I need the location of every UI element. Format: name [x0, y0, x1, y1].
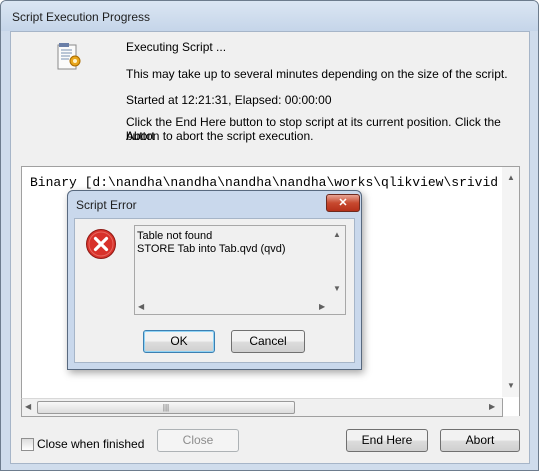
- close-when-finished-label[interactable]: Close when finished: [37, 437, 144, 451]
- script-execution-progress-window: Script Execution Progress Executing Scri…: [0, 0, 539, 471]
- close-icon[interactable]: ✕: [326, 194, 360, 212]
- scroll-down-icon[interactable]: ▼: [507, 381, 515, 390]
- error-dialog-client: Table not found STORE Tab into Tab.qvd (…: [74, 218, 355, 363]
- error-message-box[interactable]: Table not found STORE Tab into Tab.qvd (…: [134, 225, 346, 315]
- vertical-scrollbar[interactable]: ▲ ▼: [502, 167, 519, 397]
- duration-note: This may take up to several minutes depe…: [126, 67, 508, 81]
- ok-button[interactable]: OK: [143, 330, 215, 353]
- end-here-button[interactable]: End Here: [346, 429, 428, 452]
- script-log-text: Binary [d:\nandha\nandha\nandha\nandha\w…: [30, 175, 499, 190]
- error-message-text: Table not found STORE Tab into Tab.qvd (…: [137, 230, 322, 256]
- error-message-line1: Table not found: [137, 230, 213, 242]
- error-message-line2: STORE Tab into Tab.qvd (qvd): [137, 243, 286, 255]
- scroll-left-icon[interactable]: ◀: [138, 302, 144, 311]
- error-horizontal-scrollbar[interactable]: ◀ ▶: [135, 299, 344, 314]
- close-when-finished-checkbox[interactable]: [21, 438, 34, 451]
- scroll-down-icon[interactable]: ▼: [333, 284, 341, 293]
- scroll-up-icon[interactable]: ▲: [507, 173, 515, 182]
- scroll-up-icon[interactable]: ▲: [333, 230, 341, 239]
- script-gear-icon: [57, 43, 81, 70]
- scroll-thumb[interactable]: |||: [37, 401, 295, 414]
- title-bar[interactable]: Script Execution Progress: [1, 1, 538, 31]
- scroll-right-icon[interactable]: ▶: [319, 302, 325, 311]
- close-button[interactable]: Close: [157, 429, 239, 452]
- horizontal-scrollbar[interactable]: ◀ ||| ▶: [21, 398, 503, 417]
- cancel-button[interactable]: Cancel: [231, 330, 305, 353]
- help-text-line2: button to abort the script execution.: [126, 129, 314, 143]
- scroll-right-icon[interactable]: ▶: [489, 402, 495, 411]
- abort-button[interactable]: Abort: [440, 429, 520, 452]
- scroll-left-icon[interactable]: ◀: [25, 402, 31, 411]
- script-error-dialog: Script Error ✕ Table not found STORE Tab…: [67, 190, 362, 370]
- elapsed-status: Started at 12:21:31, Elapsed: 00:00:00: [126, 93, 332, 107]
- error-dialog-title: Script Error: [76, 198, 137, 212]
- executing-label: Executing Script ...: [126, 40, 227, 54]
- error-vertical-scrollbar[interactable]: ▲ ▼: [329, 226, 345, 298]
- window-title: Script Execution Progress: [12, 10, 151, 24]
- error-icon: [86, 229, 116, 259]
